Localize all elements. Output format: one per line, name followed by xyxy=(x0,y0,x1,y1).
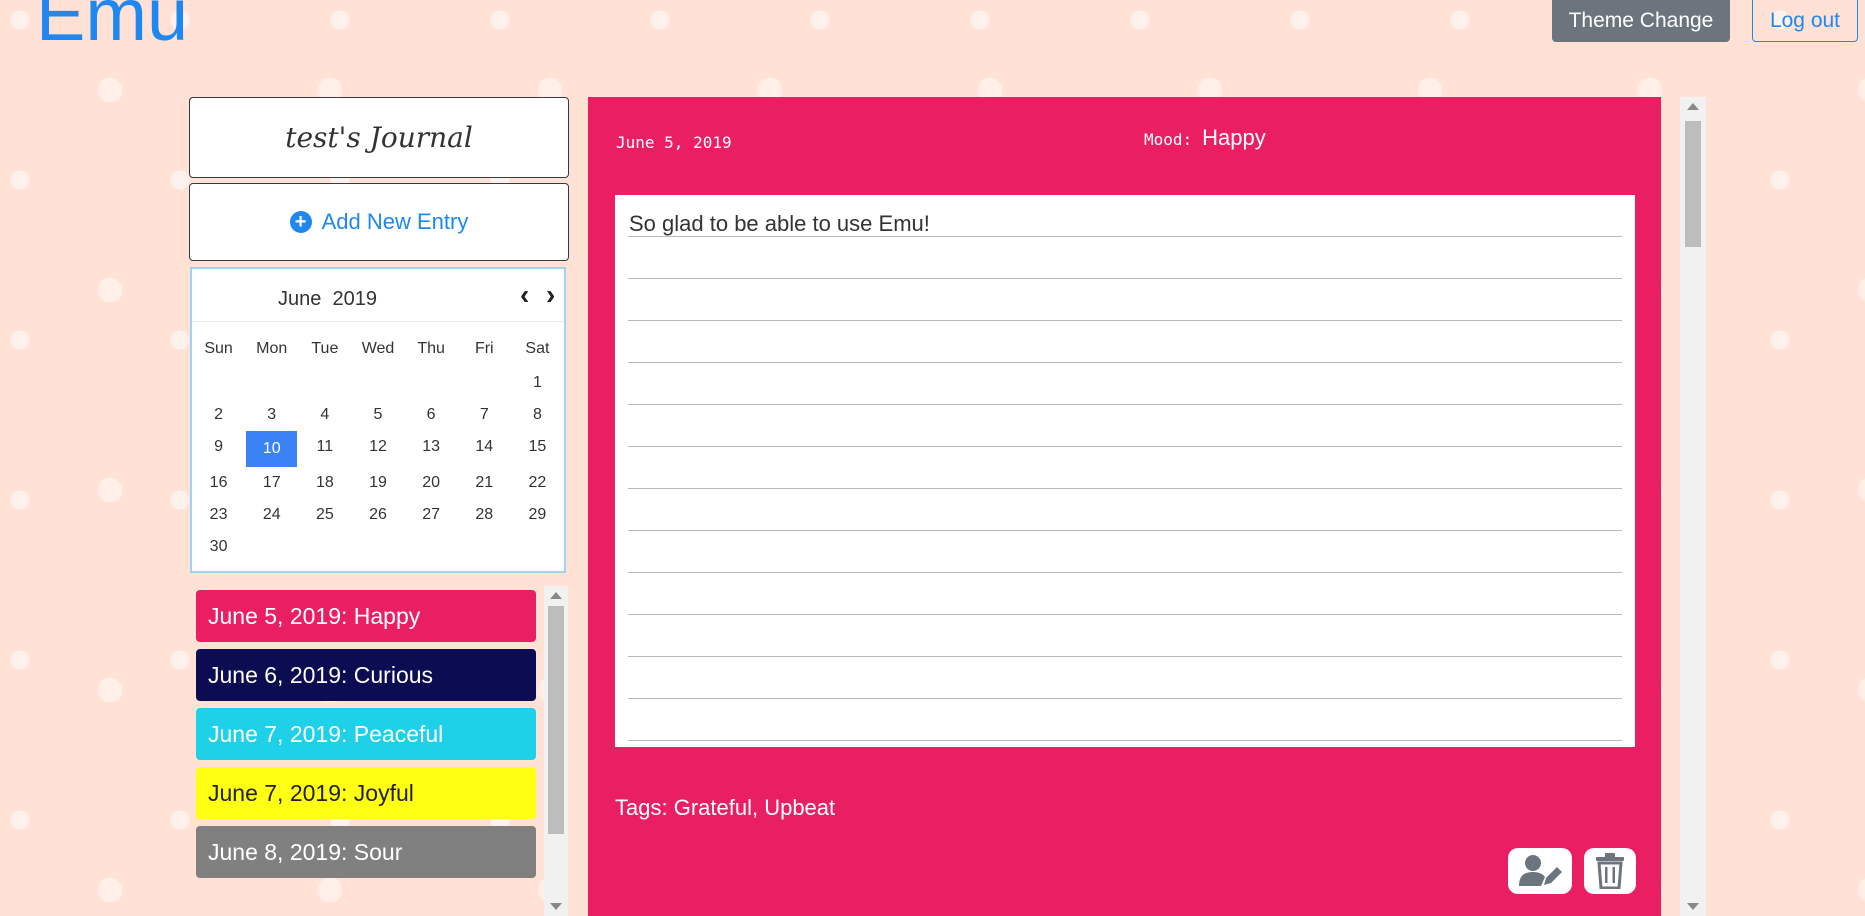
mood-value: Happy xyxy=(1202,125,1266,150)
journal-title: test's Journal xyxy=(189,97,569,178)
calendar-empty-cell xyxy=(351,367,404,399)
entry-detail-panel: June 5, 2019 Mood: Happy So glad to be a… xyxy=(588,97,1661,916)
entry-text: So glad to be able to use Emu! xyxy=(629,211,930,236)
entry-date: June 5, 2019 xyxy=(616,133,732,152)
calendar-day[interactable]: 19 xyxy=(351,467,404,499)
calendar-day[interactable]: 2 xyxy=(192,399,245,431)
user-edit-icon xyxy=(1519,855,1562,886)
calendar-day[interactable]: 3 xyxy=(245,399,298,431)
calendar-day[interactable]: 5 xyxy=(351,399,404,431)
calendar-day[interactable]: 15 xyxy=(511,431,564,463)
edit-entry-button[interactable] xyxy=(1508,848,1572,894)
entry-mood: Mood: Happy xyxy=(1144,125,1266,151)
add-new-entry-label: Add New Entry xyxy=(321,209,469,234)
calendar-empty-cell xyxy=(458,531,511,563)
calendar-grid: Sun Mon Tue Wed Thu Fri Sat 1 2 3 4 5 6 7 8 9 10 11 12 13 14… xyxy=(192,331,564,563)
trash-icon xyxy=(1596,853,1624,889)
calendar-day[interactable]: 12 xyxy=(351,431,404,463)
paper-ruled-lines xyxy=(628,195,1622,747)
calendar-day[interactable]: 30 xyxy=(192,531,245,563)
tags-value: Grateful, Upbeat xyxy=(673,795,836,820)
calendar-day[interactable]: 6 xyxy=(405,399,458,431)
plus-circle-icon: + xyxy=(289,211,312,233)
entry-list-item[interactable]: June 7, 2019: Peaceful xyxy=(196,708,536,760)
calendar-empty-cell xyxy=(192,367,245,399)
calendar-day[interactable]: 26 xyxy=(351,499,404,531)
calendar-day[interactable]: 17 xyxy=(245,467,298,499)
calendar-weekday: Wed xyxy=(361,340,395,357)
logout-button[interactable]: Log out xyxy=(1752,0,1858,42)
entry-list-item[interactable]: June 8, 2019: Sour xyxy=(196,826,536,878)
calendar-day[interactable]: 21 xyxy=(458,467,511,499)
calendar-header: June 2019 ‹ › xyxy=(192,269,564,322)
add-new-entry-button[interactable]: + Add New Entry xyxy=(189,183,569,261)
page-scroll-down-icon[interactable] xyxy=(1687,903,1699,910)
calendar-day[interactable]: 4 xyxy=(298,399,351,431)
calendar-day[interactable]: 14 xyxy=(458,431,511,463)
calendar-day[interactable]: 27 xyxy=(405,499,458,531)
calendar: June 2019 ‹ › Sun Mon Tue Wed Thu Fri Sat 1 2 3 4 5… xyxy=(190,267,566,573)
page-scrollbar-thumb[interactable] xyxy=(1685,121,1701,247)
calendar-day[interactable]: 10 xyxy=(246,431,298,467)
page-scroll-up-icon[interactable] xyxy=(1687,103,1699,110)
calendar-day[interactable]: 13 xyxy=(405,431,458,463)
calendar-day[interactable]: 29 xyxy=(511,499,564,531)
calendar-month-year: June 2019 xyxy=(278,288,377,311)
tags-label: Tags: xyxy=(615,795,668,820)
calendar-day[interactable]: 23 xyxy=(192,499,245,531)
mood-label: Mood: xyxy=(1144,130,1193,149)
theme-change-button[interactable]: Theme Change xyxy=(1552,0,1730,42)
entry-list-item[interactable]: June 6, 2019: Curious xyxy=(196,649,536,701)
calendar-weekday: Thu xyxy=(417,340,445,357)
calendar-day[interactable]: 11 xyxy=(298,431,351,463)
calendar-weekday: Sun xyxy=(204,340,233,357)
calendar-day[interactable]: 25 xyxy=(298,499,351,531)
calendar-weekday: Tue xyxy=(311,340,339,357)
scrollbar-thumb[interactable] xyxy=(548,606,564,834)
calendar-day[interactable]: 9 xyxy=(192,431,245,463)
calendar-day[interactable]: 18 xyxy=(298,467,351,499)
calendar-weekday: Sat xyxy=(525,340,550,357)
page-scrollbar[interactable] xyxy=(1680,97,1706,916)
entry-list-scrollbar[interactable] xyxy=(544,586,568,916)
calendar-year: 2019 xyxy=(332,288,378,310)
calendar-day[interactable]: 1 xyxy=(511,367,564,399)
calendar-day[interactable]: 20 xyxy=(405,467,458,499)
calendar-weekday: Mon xyxy=(256,340,288,357)
calendar-empty-cell xyxy=(298,531,351,563)
calendar-weekday: Fri xyxy=(474,340,494,357)
scroll-up-arrow-icon[interactable] xyxy=(550,592,562,599)
scroll-down-arrow-icon[interactable] xyxy=(550,903,562,910)
entry-tags: Tags: Grateful, Upbeat xyxy=(615,795,835,821)
calendar-empty-cell xyxy=(351,531,404,563)
calendar-empty-cell xyxy=(405,367,458,399)
calendar-day[interactable]: 24 xyxy=(245,499,298,531)
calendar-day[interactable]: 16 xyxy=(192,467,245,499)
entry-list-item[interactable]: June 5, 2019: Happy xyxy=(196,590,536,642)
calendar-day[interactable]: 22 xyxy=(511,467,564,499)
calendar-empty-cell xyxy=(298,367,351,399)
calendar-empty-cell xyxy=(458,367,511,399)
calendar-empty-cell xyxy=(245,367,298,399)
calendar-empty-cell xyxy=(405,531,458,563)
calendar-day[interactable]: 8 xyxy=(511,399,564,431)
chevron-right-icon[interactable]: › xyxy=(546,281,555,309)
calendar-empty-cell xyxy=(245,531,298,563)
chevron-left-icon[interactable]: ‹ xyxy=(520,281,529,309)
entry-list-item[interactable]: June 7, 2019: Joyful xyxy=(196,767,536,819)
delete-entry-button[interactable] xyxy=(1584,848,1636,894)
entry-list: June 5, 2019: Happy June 6, 2019: Curious… xyxy=(190,582,568,916)
app-logo: Emu xyxy=(36,0,189,56)
calendar-empty-cell xyxy=(511,531,564,563)
calendar-day[interactable]: 7 xyxy=(458,399,511,431)
calendar-month: June xyxy=(278,288,322,310)
entry-paper: So glad to be able to use Emu! xyxy=(615,195,1635,747)
calendar-day[interactable]: 28 xyxy=(458,499,511,531)
